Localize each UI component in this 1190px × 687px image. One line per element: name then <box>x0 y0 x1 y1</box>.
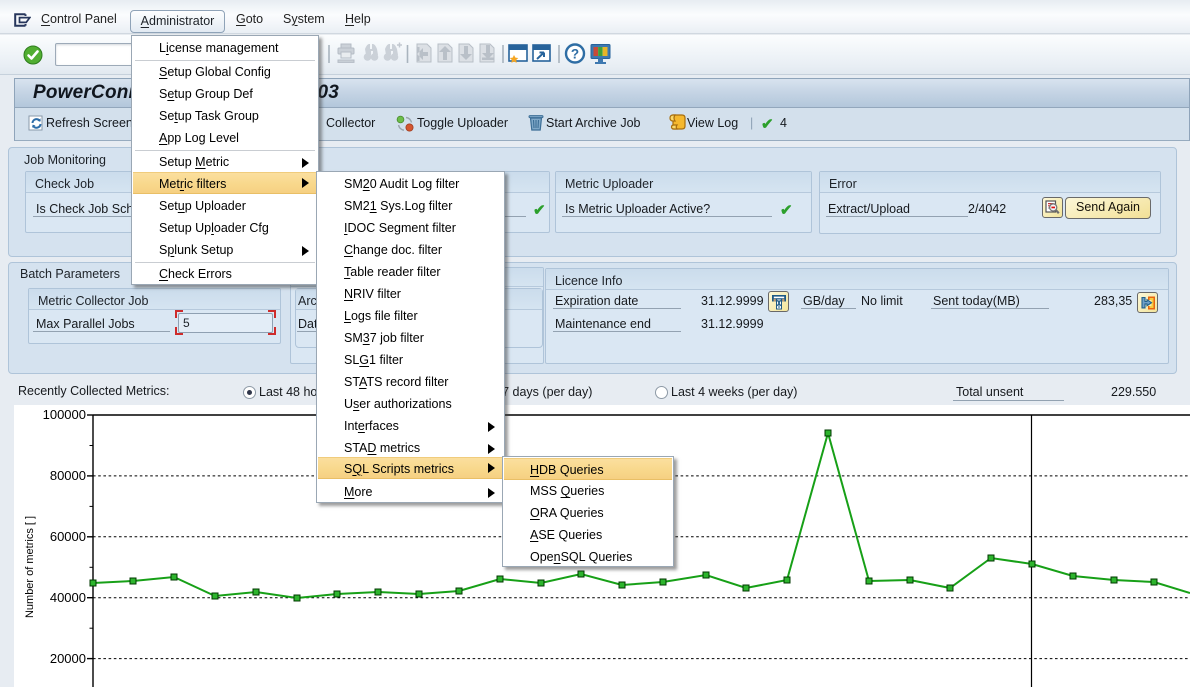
svg-text:80000: 80000 <box>50 468 86 483</box>
svg-text:?: ? <box>571 47 579 62</box>
svg-text:20000: 20000 <box>50 651 86 666</box>
svg-text:40000: 40000 <box>50 590 86 605</box>
svg-text:60000: 60000 <box>50 529 86 544</box>
svg-text:100000: 100000 <box>43 407 86 422</box>
svg-text:Number of metrics [ ]: Number of metrics [ ] <box>24 516 36 618</box>
